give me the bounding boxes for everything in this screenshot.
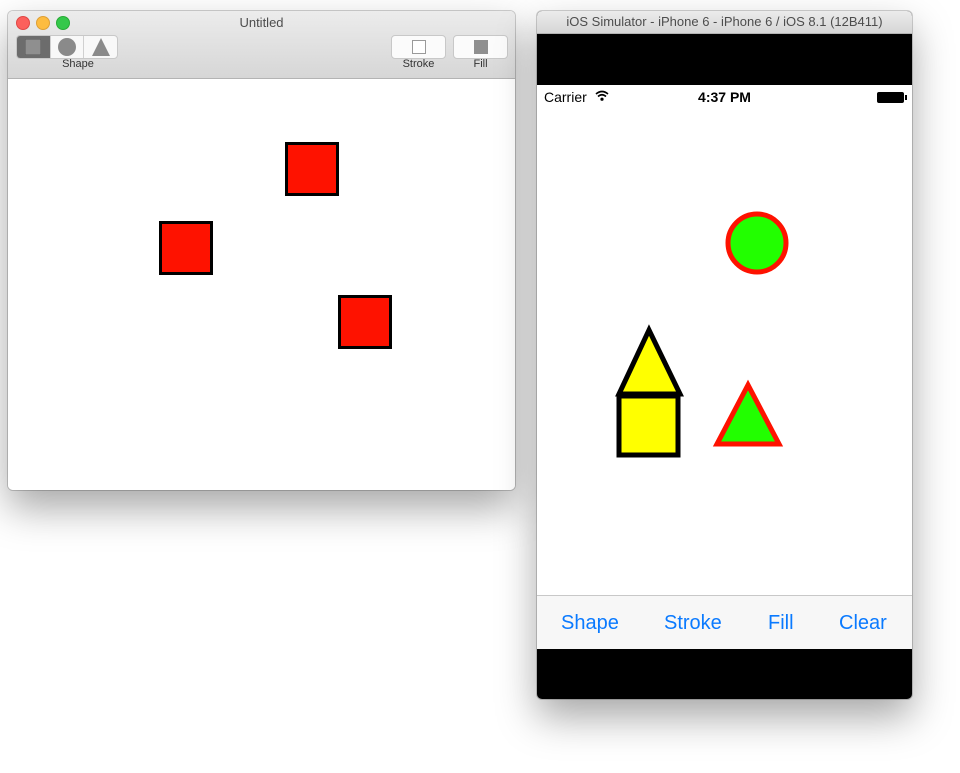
clear-button[interactable]: Clear <box>839 612 887 635</box>
shape-segmented-control[interactable] <box>16 35 118 59</box>
canvas-triangle-shape[interactable] <box>712 379 784 447</box>
battery-icon <box>877 92 907 103</box>
simulator-titlebar: iOS Simulator - iPhone 6 - iPhone 6 / iO… <box>537 11 912 34</box>
ios-simulator-window: iOS Simulator - iPhone 6 - iPhone 6 / iO… <box>537 11 912 699</box>
status-bar: Carrier 4:37 PM <box>537 85 912 109</box>
stroke-button[interactable]: Stroke <box>664 612 722 635</box>
ios-screen: Carrier 4:37 PM Shape Stroke Fill Clear <box>537 85 912 649</box>
shape-button[interactable]: Shape <box>561 612 619 635</box>
square-icon <box>25 39 42 55</box>
circle-icon <box>58 38 76 56</box>
ios-drawing-canvas[interactable] <box>537 109 912 595</box>
stroke-swatch-icon <box>411 40 426 54</box>
status-time: 4:37 PM <box>698 89 751 105</box>
window-title: Untitled <box>239 15 284 30</box>
shape-circle-segment[interactable] <box>51 36 85 58</box>
fill-color-well[interactable] <box>453 35 508 59</box>
shape-group-label: Shape <box>62 58 94 70</box>
simulator-title: iOS Simulator - iPhone 6 - iPhone 6 / iO… <box>566 14 883 29</box>
shape-square-segment[interactable] <box>17 36 51 58</box>
fill-button[interactable]: Fill <box>768 612 794 635</box>
canvas-square-shape[interactable] <box>338 295 392 349</box>
stroke-color-well[interactable] <box>391 35 446 59</box>
mac-app-window: Untitled Shape Stroke Fill <box>8 11 515 490</box>
canvas-triangle-shape[interactable] <box>615 324 684 397</box>
fill-label: Fill <box>473 58 488 70</box>
triangle-icon <box>91 38 110 56</box>
canvas-circle-shape[interactable] <box>725 211 789 275</box>
mac-titlebar: Untitled Shape Stroke Fill <box>8 11 515 79</box>
ios-toolbar: Shape Stroke Fill Clear <box>537 595 912 649</box>
shape-triangle-segment[interactable] <box>84 36 117 58</box>
canvas-square-shape[interactable] <box>616 393 681 458</box>
drawing-canvas[interactable] <box>8 79 515 490</box>
canvas-square-shape[interactable] <box>285 142 339 196</box>
fill-swatch-icon <box>473 40 488 54</box>
stroke-label: Stroke <box>402 58 435 70</box>
canvas-square-shape[interactable] <box>159 221 213 275</box>
